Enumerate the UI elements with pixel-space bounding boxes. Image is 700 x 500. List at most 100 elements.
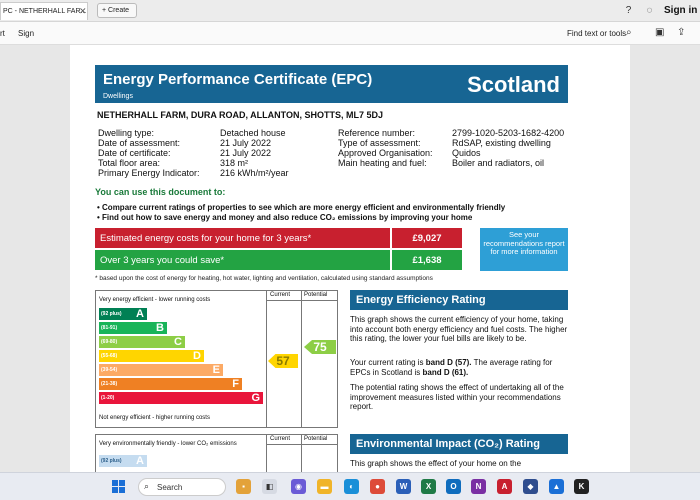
epc-subtitle: Dwellings: [103, 93, 133, 100]
epc-title: Energy Performance Certificate (EPC): [103, 71, 373, 88]
document-viewer[interactable]: Energy Performance Certificate (EPC) Dwe…: [0, 45, 700, 472]
savings-label: Over 3 years you could save*: [100, 255, 225, 266]
eer-potential-text: The potential rating shows the effect of…: [350, 383, 564, 411]
chat-icon[interactable]: ◧: [262, 479, 277, 494]
detail-label: Main heating and fuel:: [338, 158, 427, 168]
detail-label: Date of assessment:: [98, 138, 181, 148]
use-doc-title: You can use this document to:: [95, 187, 226, 197]
tab-epc[interactable]: PC - NETHERHALL FAR... ✕: [0, 2, 88, 20]
chart-bottom-caption: Not energy efficient - higher running co…: [99, 415, 210, 421]
edge-icon[interactable]: ◐: [344, 479, 359, 494]
briefcase-icon[interactable]: ▪: [236, 479, 251, 494]
create-label: Create: [108, 7, 130, 14]
chart-header-line: [266, 444, 338, 445]
acrobat-icon[interactable]: A: [497, 479, 512, 494]
close-icon[interactable]: ✕: [79, 6, 87, 17]
band-a: (92 plus) A: [99, 308, 147, 320]
energy-cost-row: Estimated energy costs for your home for…: [95, 228, 462, 248]
band-b: (81-91) B: [99, 322, 167, 334]
epc-header: Energy Performance Certificate (EPC) Dwe…: [95, 65, 568, 103]
excel-icon[interactable]: X: [421, 479, 436, 494]
eer-rating-text: Your current rating is band D (57). The …: [350, 358, 553, 377]
taskbar-search[interactable]: ⌕ Search: [138, 478, 226, 496]
taskbar: ⌕ Search ▪ ◧ ◉ ▬ ◐ ● W X O N A ◆ ▲ K: [0, 472, 700, 500]
eir-heading: Environmental Impact (CO₂) Rating: [350, 434, 568, 454]
find-tools-button[interactable]: Find text or tools: [567, 29, 626, 38]
windows-start-icon[interactable]: [112, 480, 126, 494]
detail-value: 21 July 2022: [220, 148, 272, 158]
potential-rating-arrow: 75: [304, 340, 336, 354]
detail-label: Total floor area:: [98, 158, 161, 168]
detail-value: RdSAP, existing dwelling: [452, 138, 551, 148]
eer-paragraph: This graph shows the current efficiency …: [350, 315, 568, 343]
detail-value: Quidos: [452, 148, 481, 158]
onenote-icon[interactable]: N: [471, 479, 486, 494]
env-band-a: (92 plus) A: [99, 455, 147, 467]
col-current: Current: [270, 292, 291, 298]
detail-value: 2799-1020-5203-1682-4200: [452, 128, 565, 138]
detail-label: Date of certificate:: [98, 148, 171, 158]
sign-in-button[interactable]: Sign in: [664, 5, 697, 16]
chart-divider: [301, 291, 302, 427]
app-icon[interactable]: ◆: [523, 479, 538, 494]
bullet-item: • Compare current ratings of properties …: [97, 203, 506, 212]
bell-icon[interactable]: ◌: [643, 4, 656, 17]
detail-value: 216 kWh/m²/year: [220, 168, 289, 178]
toolbar-item-sign[interactable]: Sign: [18, 29, 34, 38]
chart-divider: [266, 291, 267, 427]
col-current: Current: [270, 436, 291, 442]
detail-label: Type of assessment:: [338, 138, 421, 148]
teams-icon[interactable]: ◉: [291, 479, 306, 494]
chart-header-line: [266, 300, 338, 301]
detail-value: 21 July 2022: [220, 138, 272, 148]
search-label: Search: [157, 483, 183, 492]
energy-efficiency-chart: Current Potential Very energy efficient …: [95, 290, 338, 428]
band-f: (21-38) F: [99, 378, 242, 390]
chart-top-caption: Very energy efficient - lower running co…: [99, 297, 211, 303]
tab-bar: PC - NETHERHALL FAR... ✕ + Create ? ◌ Si…: [0, 0, 700, 22]
search-icon: ⌕: [144, 481, 150, 491]
detail-label: Primary Energy Indicator:: [98, 168, 200, 178]
chart-divider: [301, 435, 302, 472]
toolbar-item-convert[interactable]: rt: [0, 29, 5, 38]
country-label: Scotland: [467, 72, 560, 97]
save-icon[interactable]: ▣: [655, 27, 664, 38]
word-icon[interactable]: W: [396, 479, 411, 494]
create-button[interactable]: + Create: [97, 3, 137, 18]
detail-label: Approved Organisation:: [338, 148, 433, 158]
tab-title: PC - NETHERHALL FAR...: [3, 8, 87, 15]
see-recommendations-note: See your recommendations report for more…: [480, 228, 568, 271]
detail-value: Detached house: [220, 128, 286, 138]
footnote: * based upon the cost of energy for heat…: [95, 275, 433, 282]
photos-icon[interactable]: ▲: [549, 479, 564, 494]
col-potential: Potential: [304, 292, 328, 298]
share-icon[interactable]: ⇪: [677, 27, 685, 38]
band-d: (55-68) D: [99, 350, 204, 362]
chrome-icon[interactable]: ●: [370, 479, 385, 494]
band-e: (39-54) E: [99, 364, 223, 376]
pdf-toolbar: rt Sign Find text or tools ⌕ ▣ ⇪: [0, 22, 700, 45]
detail-value: Boiler and radiators, oil: [452, 158, 545, 168]
folder-icon[interactable]: ▬: [317, 479, 332, 494]
detail-value: 318 m²: [220, 158, 249, 168]
outlook-icon[interactable]: O: [446, 479, 461, 494]
chart-divider: [266, 435, 267, 472]
eer-heading: Energy Efficiency Rating: [350, 290, 568, 310]
detail-label: Dwelling type:: [98, 128, 155, 138]
band-c: (69-80) C: [99, 336, 185, 348]
detail-label: Reference number:: [338, 128, 416, 138]
help-icon[interactable]: ?: [622, 4, 635, 17]
cost-label: Estimated energy costs for your home for…: [100, 233, 312, 244]
chart-top-caption: Very environmentally friendly - lower CO…: [99, 441, 237, 447]
savings-row: Over 3 years you could save* £1,638: [95, 250, 462, 270]
app-k-icon[interactable]: K: [574, 479, 589, 494]
pdf-page: Energy Performance Certificate (EPC) Dwe…: [70, 45, 630, 472]
col-potential: Potential: [304, 436, 328, 442]
search-icon[interactable]: ⌕: [626, 27, 632, 38]
environmental-impact-chart: Current Potential Very environmentally f…: [95, 434, 338, 472]
property-address: NETHERHALL FARM, DURA ROAD, ALLANTON, SH…: [97, 110, 384, 120]
bullet-item: • Find out how to save energy and money …: [97, 213, 473, 222]
savings-value: £1,638: [390, 250, 462, 270]
eir-paragraph: This graph shows the effect of your home…: [350, 459, 522, 468]
current-rating-arrow: 57: [268, 354, 298, 368]
